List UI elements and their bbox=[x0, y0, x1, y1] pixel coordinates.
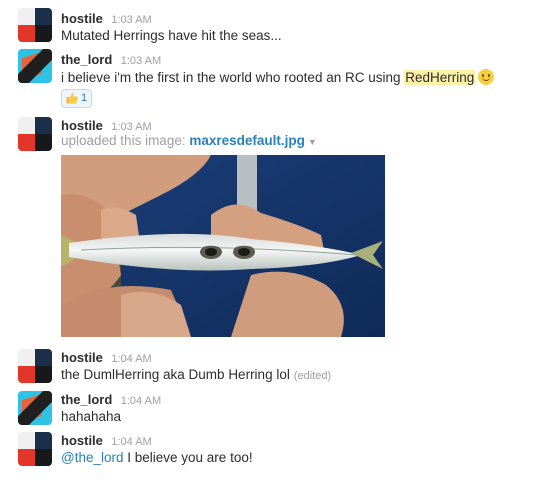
username[interactable]: the_lord bbox=[61, 52, 112, 67]
message-text: @the_lord I believe you are too! bbox=[61, 450, 253, 465]
avatar-the-lord[interactable] bbox=[18, 391, 52, 425]
username[interactable]: hostile bbox=[61, 350, 103, 365]
avatar-hostile[interactable] bbox=[18, 117, 52, 151]
message-text: Mutated Herrings have hit the seas... bbox=[61, 28, 282, 43]
fish-photo bbox=[61, 155, 385, 337]
upload-prefix: uploaded this image: bbox=[61, 133, 190, 148]
edited-label: (edited) bbox=[293, 370, 332, 382]
message-header: hostile 1:04 AM bbox=[61, 349, 152, 367]
message-header: hostile 1:03 AM bbox=[61, 10, 152, 28]
message-text-part: I believe you are too! bbox=[123, 450, 253, 465]
message-text: hahahaha bbox=[61, 409, 122, 424]
timestamp[interactable]: 1:04 AM bbox=[111, 353, 151, 365]
username[interactable]: hostile bbox=[61, 118, 103, 133]
timestamp[interactable]: 1:03 AM bbox=[121, 55, 161, 67]
message-header: the_lord 1:03 AM bbox=[61, 51, 161, 69]
timestamp[interactable]: 1:03 AM bbox=[111, 121, 151, 133]
smiley-emoji-icon bbox=[478, 69, 495, 85]
message-text: i believe i'm the first in the world who… bbox=[61, 69, 495, 85]
username[interactable]: the_lord bbox=[61, 392, 112, 407]
chevron-down-icon[interactable]: ▼ bbox=[308, 137, 317, 147]
timestamp[interactable]: 1:04 AM bbox=[121, 395, 161, 407]
highlighted-word: RedHerring bbox=[404, 70, 476, 85]
avatar-hostile[interactable] bbox=[18, 432, 52, 466]
message-text-part: the DumlHerring aka Dumb Herring lol bbox=[61, 367, 290, 382]
reaction-thumbs-up[interactable]: 1 bbox=[61, 89, 92, 108]
timestamp[interactable]: 1:03 AM bbox=[111, 14, 151, 26]
message-header: hostile 1:04 AM bbox=[61, 432, 152, 450]
uploaded-image[interactable] bbox=[61, 155, 385, 337]
upload-line: uploaded this image: maxresdefault.jpg ▼ bbox=[61, 133, 317, 148]
file-name-link[interactable]: maxresdefault.jpg bbox=[189, 133, 305, 148]
avatar-hostile[interactable] bbox=[18, 349, 52, 383]
username[interactable]: hostile bbox=[61, 433, 103, 448]
timestamp[interactable]: 1:04 AM bbox=[111, 436, 151, 448]
thumbs-up-icon bbox=[66, 92, 78, 104]
reaction-count: 1 bbox=[81, 92, 88, 104]
avatar-the-lord[interactable] bbox=[18, 49, 52, 83]
message-text-part: i believe i'm the first in the world who… bbox=[61, 70, 405, 85]
user-mention[interactable]: @the_lord bbox=[61, 450, 124, 465]
avatar-hostile[interactable] bbox=[18, 8, 52, 42]
username[interactable]: hostile bbox=[61, 11, 103, 26]
message-header: the_lord 1:04 AM bbox=[61, 391, 161, 409]
message-text: the DumlHerring aka Dumb Herring lol (edi… bbox=[61, 367, 331, 382]
